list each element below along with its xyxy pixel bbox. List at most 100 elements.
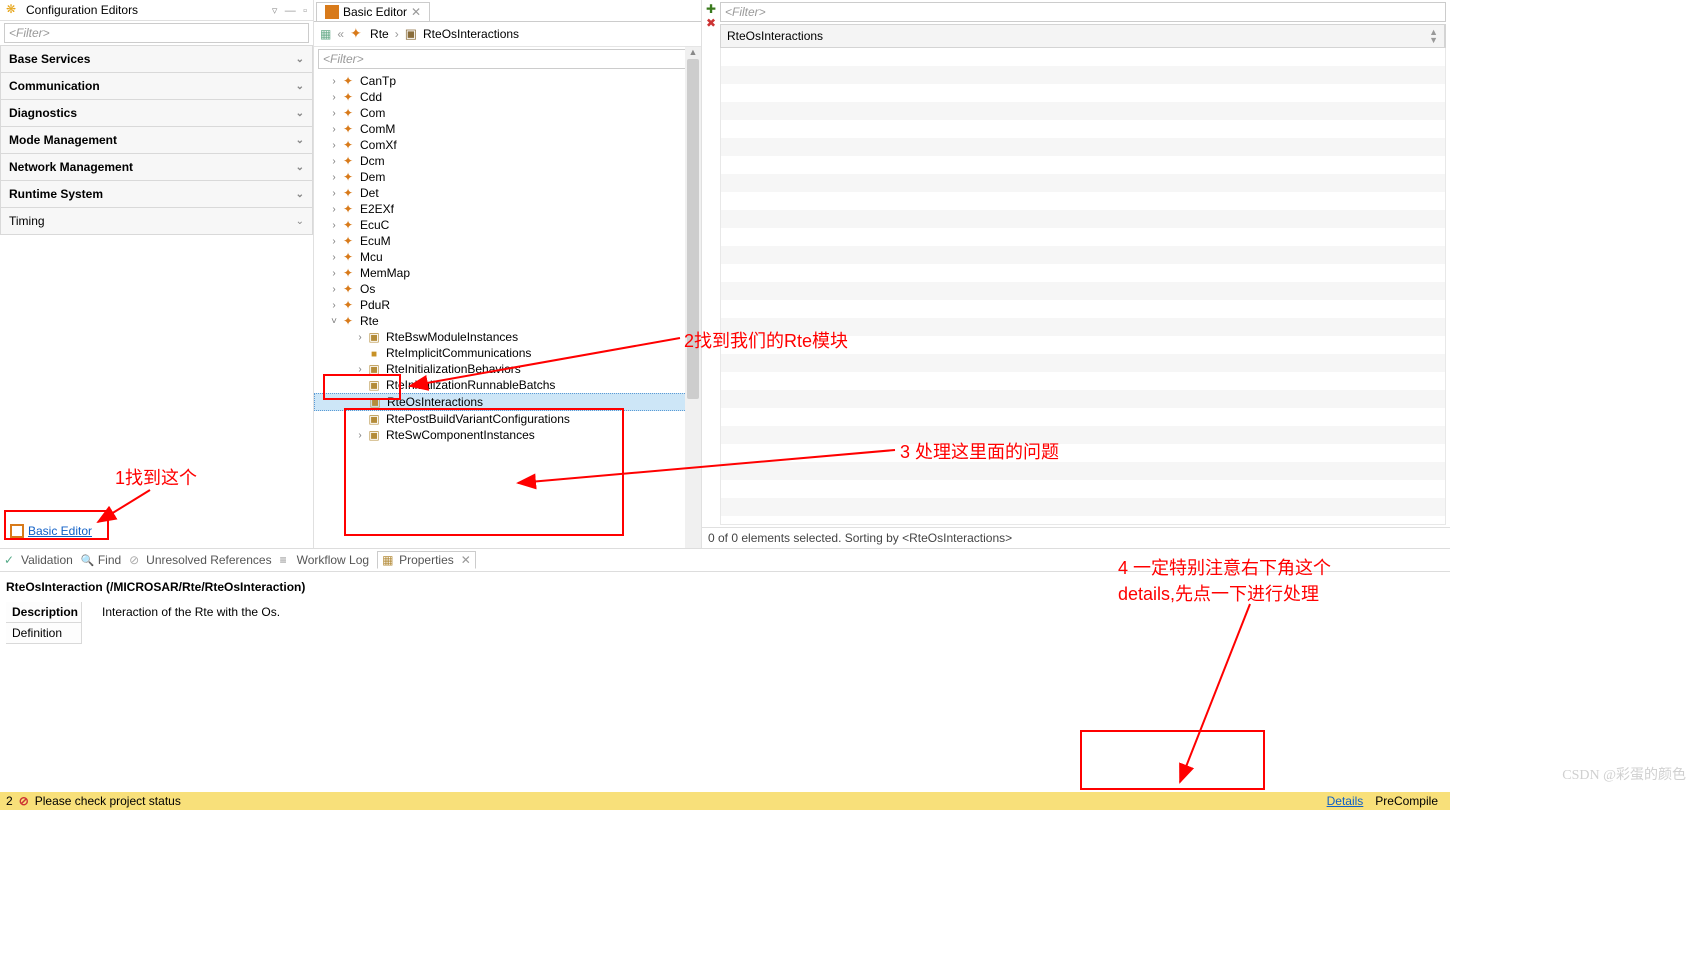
tree-node-dem[interactable]: ›Dem bbox=[314, 169, 701, 185]
expand-icon[interactable]: › bbox=[328, 108, 340, 119]
tree-node-rteinitializationbehaviors[interactable]: ›RteInitializationBehaviors bbox=[314, 361, 701, 377]
scroll-up-icon[interactable]: ▲ bbox=[685, 47, 701, 59]
close-icon[interactable]: ✕ bbox=[411, 5, 421, 19]
tree-node-ecuc[interactable]: ›EcuC bbox=[314, 217, 701, 233]
expand-icon[interactable]: › bbox=[328, 204, 340, 215]
tree-node-rtepostbuildvariantconfigurations[interactable]: RtePostBuildVariantConfigurations bbox=[314, 411, 701, 427]
expand-icon[interactable]: › bbox=[328, 172, 340, 183]
accordion-mode-management[interactable]: Mode Management⌄ bbox=[0, 127, 313, 154]
tree-node-mcu[interactable]: ›Mcu bbox=[314, 249, 701, 265]
watermark: CSDN @彩蛋的颜色 bbox=[1562, 764, 1686, 784]
tree-node-comm[interactable]: ›ComM bbox=[314, 121, 701, 137]
accordion-communication[interactable]: Communication⌄ bbox=[0, 73, 313, 100]
accordion-runtime-system[interactable]: Runtime System⌄ bbox=[0, 181, 313, 208]
expand-icon[interactable]: › bbox=[328, 300, 340, 311]
accordion-base-services[interactable]: Base Services⌄ bbox=[0, 45, 313, 73]
puzzle-icon bbox=[340, 90, 356, 104]
expand-icon[interactable]: › bbox=[328, 236, 340, 247]
expand-icon[interactable]: › bbox=[354, 332, 366, 343]
annotation-text-3: 3 处理这里面的问题 bbox=[900, 438, 1059, 464]
definition-label[interactable]: Definition bbox=[6, 623, 82, 644]
delete-icon[interactable]: ✖ bbox=[702, 16, 720, 30]
basic-editor-link[interactable]: Basic Editor bbox=[10, 524, 92, 538]
expand-icon[interactable]: ˅ bbox=[328, 316, 340, 327]
tree-node-e2exf[interactable]: ›E2EXf bbox=[314, 201, 701, 217]
minimize-icon[interactable]: — bbox=[285, 5, 296, 17]
breadcrumb-sep: « bbox=[337, 27, 344, 41]
tree-node-os[interactable]: ›Os bbox=[314, 281, 701, 297]
tab-properties[interactable]: Properties✕ bbox=[377, 551, 476, 569]
grid-body[interactable] bbox=[720, 48, 1446, 525]
tree-node-rtebswmoduleinstances[interactable]: ›RteBswModuleInstances bbox=[314, 329, 701, 345]
tree-node-rte[interactable]: ˅Rte bbox=[314, 313, 701, 329]
add-icon[interactable]: ✚ bbox=[702, 2, 720, 16]
expand-icon[interactable]: › bbox=[328, 220, 340, 231]
puzzle-icon bbox=[340, 266, 356, 280]
view-menu-icon[interactable]: ▿ bbox=[272, 5, 278, 17]
folder-icon bbox=[366, 362, 382, 376]
sort-icon[interactable]: ▲▼ bbox=[1429, 28, 1438, 44]
status-message: Please check project status bbox=[35, 794, 1321, 808]
tree-node-dcm[interactable]: ›Dcm bbox=[314, 153, 701, 169]
tree-node-com[interactable]: ›Com bbox=[314, 105, 701, 121]
tree-node-det[interactable]: ›Det bbox=[314, 185, 701, 201]
chevron-down-icon: ⌄ bbox=[296, 189, 304, 200]
tree-node-memmap[interactable]: ›MemMap bbox=[314, 265, 701, 281]
container-icon bbox=[405, 26, 417, 42]
tree-node-rteosinteractions[interactable]: RteOsInteractions bbox=[314, 393, 701, 411]
tree-node-rteswcomponentinstances[interactable]: ›RteSwComponentInstances bbox=[314, 427, 701, 443]
expand-icon[interactable]: › bbox=[328, 284, 340, 295]
expand-icon[interactable]: › bbox=[328, 268, 340, 279]
breadcrumb-rteosinteractions[interactable]: RteOsInteractions bbox=[423, 27, 519, 41]
chevron-down-icon: ⌄ bbox=[296, 81, 304, 92]
accordion-network-management[interactable]: Network Management⌄ bbox=[0, 154, 313, 181]
accordion-diagnostics[interactable]: Diagnostics⌄ bbox=[0, 100, 313, 127]
expand-icon[interactable]: › bbox=[354, 364, 366, 375]
accordion-timing[interactable]: Timing⌄ bbox=[0, 208, 313, 235]
puzzle-icon bbox=[340, 138, 356, 152]
config-editors-header: Configuration Editors ▿ — ▫ bbox=[0, 0, 313, 21]
tab-validation[interactable]: Validation bbox=[4, 553, 73, 567]
expand-icon[interactable]: › bbox=[328, 140, 340, 151]
tree-node-comxf[interactable]: ›ComXf bbox=[314, 137, 701, 153]
breadcrumb: ▦ « Rte › RteOsInteractions bbox=[314, 22, 701, 47]
tree-scrollbar[interactable]: ▲ bbox=[685, 47, 701, 548]
details-link[interactable]: Details bbox=[1327, 794, 1364, 808]
tab-workflow-log[interactable]: Workflow Log bbox=[280, 553, 369, 567]
column-header[interactable]: RteOsInteractions ▲▼ bbox=[721, 25, 1445, 47]
maximize-icon[interactable]: ▫ bbox=[303, 5, 307, 17]
left-filter-input[interactable]: <Filter> bbox=[4, 23, 309, 43]
chevron-down-icon: ⌄ bbox=[296, 54, 304, 65]
tree-filter-input[interactable]: <Filter> bbox=[318, 49, 697, 69]
puzzle-icon bbox=[340, 170, 356, 184]
tab-unresolved[interactable]: Unresolved References bbox=[129, 553, 271, 567]
chevron-down-icon: ⌄ bbox=[296, 108, 304, 119]
expand-icon[interactable]: › bbox=[354, 430, 366, 441]
expand-icon[interactable]: › bbox=[328, 252, 340, 263]
close-icon[interactable]: ✕ bbox=[461, 553, 471, 567]
chevron-down-icon: ⌄ bbox=[296, 135, 304, 146]
tab-basic-editor[interactable]: Basic Editor ✕ bbox=[316, 2, 430, 21]
right-filter-input[interactable]: <Filter> bbox=[720, 2, 1446, 22]
puzzle-icon bbox=[340, 218, 356, 232]
nav-back-icon[interactable]: ▦ bbox=[320, 27, 331, 41]
expand-icon[interactable]: › bbox=[328, 92, 340, 103]
tree-node-pdur[interactable]: ›PduR bbox=[314, 297, 701, 313]
precompile-label: PreCompile bbox=[1369, 794, 1444, 808]
tree-node-rteimplicitcommunications[interactable]: RteImplicitCommunications bbox=[314, 345, 701, 361]
basic-editor-link-text[interactable]: Basic Editor bbox=[28, 524, 92, 538]
unresolved-icon bbox=[129, 553, 143, 567]
breadcrumb-rte[interactable]: Rte bbox=[370, 27, 389, 41]
expand-icon[interactable]: › bbox=[328, 188, 340, 199]
folder-icon bbox=[367, 395, 383, 409]
tree-node-cdd[interactable]: ›Cdd bbox=[314, 89, 701, 105]
tree-node-cantp[interactable]: ›CanTp bbox=[314, 73, 701, 89]
expand-icon[interactable]: › bbox=[328, 76, 340, 87]
tree-node-ecum[interactable]: ›EcuM bbox=[314, 233, 701, 249]
expand-icon[interactable]: › bbox=[328, 156, 340, 167]
tree-node-rteinitializationrunnablebatchs[interactable]: RteInitializationRunnableBatchs bbox=[314, 377, 701, 393]
expand-icon[interactable]: › bbox=[328, 124, 340, 135]
tab-find[interactable]: Find bbox=[81, 553, 121, 567]
config-editors-title: Configuration Editors bbox=[26, 3, 268, 17]
description-label[interactable]: Description bbox=[6, 602, 82, 623]
